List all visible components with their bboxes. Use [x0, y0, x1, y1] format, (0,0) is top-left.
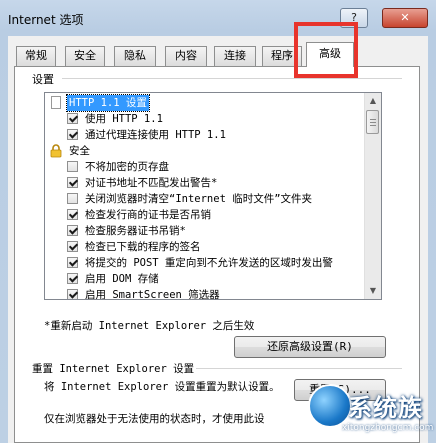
close-button[interactable]: ✕ [382, 8, 428, 28]
checkbox-no-save-encrypted[interactable] [67, 161, 78, 172]
reset-group-divider [196, 368, 402, 369]
scroll-down-arrow-icon[interactable]: ▼ [365, 283, 381, 299]
lock-icon [50, 144, 62, 158]
tree-row-checkbox[interactable]: 对证书地址不匹配发出警告* [45, 175, 367, 191]
watermark-brand: 系统族 [348, 394, 423, 422]
globe-logo-icon [308, 384, 352, 428]
tree-row-label: 通过代理连接使用 HTTP 1.1 [85, 129, 226, 141]
tree-row-checkbox[interactable]: 不将加密的页存盘 [45, 159, 367, 175]
title-bar[interactable]: Internet 选项 ? ✕ [0, 0, 436, 36]
tree-row-label: 不将加密的页存盘 [85, 161, 169, 173]
tree-row-checkbox[interactable]: 启用 SmartScreen 筛选器 [45, 287, 367, 300]
checkbox-cert-mismatch[interactable] [67, 177, 78, 188]
tree-row-checkbox[interactable]: 检查已下载的程序的签名 [45, 239, 367, 255]
document-icon [51, 96, 61, 109]
internet-options-window: Internet 选项 ? ✕ 常规 安全 隐私 内容 连接 程序 高级 设置 … [0, 0, 436, 443]
grip-line [370, 125, 376, 126]
vertical-scrollbar[interactable]: ▲ ▼ [364, 93, 381, 299]
tree-row-label: 检查服务器证书吊销* [85, 225, 186, 237]
tree-row-checkbox[interactable]: 检查服务器证书吊销* [45, 223, 367, 239]
tree-row-label: HTTP 1.1 设置 [66, 94, 150, 112]
tree-row-checkbox[interactable]: 启用 DOM 存储 [45, 271, 367, 287]
checkbox-proxy-http11[interactable] [67, 129, 78, 140]
grip-line [370, 119, 376, 120]
tree-row-security-category[interactable]: 安全 [45, 143, 367, 159]
settings-tree-list[interactable]: HTTP 1.1 设置 使用 HTTP 1.1 通过代理连接使用 HTTP 1.… [44, 92, 382, 300]
grip-line [370, 122, 376, 123]
tree-row-label: 启用 SmartScreen 筛选器 [85, 289, 220, 300]
tree-row-checkbox[interactable]: 通过代理连接使用 HTTP 1.1 [45, 127, 367, 143]
tree-row-checkbox[interactable]: 将提交的 POST 重定向到不允许发送的区域时发出警 [45, 255, 367, 271]
tree-row-label: 安全 [69, 145, 90, 157]
checkbox-dom-storage[interactable] [67, 273, 78, 284]
tree-row-label: 使用 HTTP 1.1 [85, 113, 163, 125]
checkbox-publisher-revocation[interactable] [67, 209, 78, 220]
checkbox-use-http11[interactable] [67, 113, 78, 124]
restart-note: *重新启动 Internet Explorer 之后生效 [44, 320, 255, 332]
tree-row-label: 检查已下载的程序的签名 [85, 241, 201, 253]
reset-description: 将 Internet Explorer 设置重置为默认设置。 [44, 381, 280, 393]
restore-advanced-settings-button[interactable]: 还原高级设置(R) [234, 336, 386, 358]
tab-privacy[interactable]: 隐私 [114, 46, 156, 66]
watermark-url: xitongzhongcm.com [342, 423, 434, 433]
tab-connections[interactable]: 连接 [214, 46, 256, 66]
scroll-up-arrow-icon[interactable]: ▲ [365, 93, 381, 109]
window-title: Internet 选项 [8, 13, 84, 27]
site-watermark-logo: 系统族 xitongzhongcm.com [298, 380, 436, 443]
checkbox-server-revocation[interactable] [67, 225, 78, 236]
tab-security[interactable]: 安全 [65, 46, 105, 66]
settings-group-divider [62, 78, 402, 79]
scrollbar-thumb[interactable] [366, 110, 379, 134]
tree-row-label: 对证书地址不匹配发出警告* [85, 177, 218, 189]
tree-row-http11-heading[interactable]: HTTP 1.1 设置 [45, 94, 367, 112]
tree-row-checkbox[interactable]: 检查发行商的证书是否吊销 [45, 207, 367, 223]
checkbox-smartscreen[interactable] [67, 289, 78, 299]
tree-row-label: 关闭浏览器时清空“Internet 临时文件”文件夹 [85, 193, 313, 205]
settings-group-label: 设置 [32, 73, 54, 86]
tree-row-label: 检查发行商的证书是否吊销 [85, 209, 211, 221]
red-highlight-annotation [294, 22, 358, 78]
tree-row-checkbox[interactable]: 关闭浏览器时清空“Internet 临时文件”文件夹 [45, 191, 367, 207]
tree-row-label: 启用 DOM 存储 [85, 273, 159, 285]
checkbox-check-signatures[interactable] [67, 241, 78, 252]
tree-row-checkbox[interactable]: 使用 HTTP 1.1 [45, 111, 367, 127]
tab-content[interactable]: 内容 [165, 46, 207, 66]
tab-general[interactable]: 常规 [16, 46, 56, 66]
reset-group-label: 重置 Internet Explorer 设置 [32, 363, 195, 375]
tree-row-label: 将提交的 POST 重定向到不允许发送的区域时发出警 [85, 257, 333, 269]
reset-warning: 仅在浏览器处于无法使用的状态时，才使用此设 [44, 413, 265, 425]
checkbox-post-redirect-warn[interactable] [67, 257, 78, 268]
checkbox-empty-temp-files[interactable] [67, 193, 78, 204]
